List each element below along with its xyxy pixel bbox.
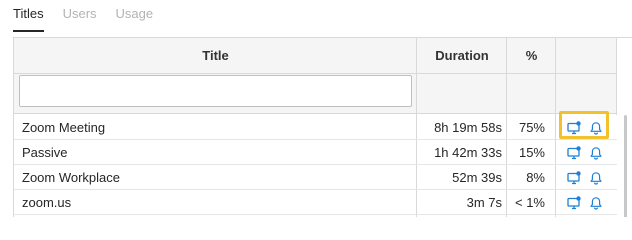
- column-header-actions: [556, 38, 617, 74]
- column-header-title[interactable]: Title: [14, 38, 417, 74]
- monitor-settings-icon[interactable]: [567, 195, 581, 210]
- row-actions: [558, 140, 612, 165]
- column-header-percent-label: %: [525, 48, 538, 63]
- row-percent: < 1%: [515, 195, 545, 210]
- column-header-title-label: Title: [202, 48, 229, 63]
- row-duration: 52m 39s: [452, 170, 502, 185]
- row-duration: 1h 42m 33s: [434, 145, 502, 160]
- row-duration: 8h 19m 58s: [434, 120, 502, 135]
- row-title: Passive: [22, 145, 68, 160]
- row-actions: [558, 115, 612, 140]
- title-filter-input[interactable]: [19, 75, 412, 107]
- tab-titles[interactable]: Titles: [13, 4, 44, 32]
- vertical-scrollbar[interactable]: [617, 115, 632, 217]
- column-divider: [616, 38, 617, 115]
- tab-users[interactable]: Users: [63, 4, 97, 32]
- row-title: Zoom Meeting: [22, 120, 106, 135]
- tab-bar: Titles Users Usage: [13, 4, 172, 32]
- scrollbar-thumb[interactable]: [624, 115, 627, 217]
- row-percent: 75%: [518, 120, 545, 135]
- column-header-percent[interactable]: %: [507, 38, 556, 74]
- bell-icon[interactable]: [589, 196, 603, 210]
- row-title: Zoom Workplace: [22, 170, 121, 185]
- table-row[interactable]: Passive 1h 42m 33s 15%: [14, 140, 617, 165]
- table-row[interactable]: Zoom Workplace 52m 39s 8%: [14, 165, 617, 190]
- bell-icon[interactable]: [589, 146, 603, 160]
- row-percent: 8%: [526, 170, 545, 185]
- monitor-settings-icon[interactable]: [567, 170, 581, 185]
- table-row[interactable]: zoom.us 3m 7s < 1%: [14, 190, 617, 215]
- column-header-duration[interactable]: Duration: [417, 38, 507, 74]
- table-row[interactable]: Zoom Meeting 8h 19m 58s 75%: [14, 115, 617, 140]
- row-duration: 3m 7s: [466, 195, 502, 210]
- titles-table: Title Duration % Zoom Meeting 8h 19m 58s…: [13, 37, 632, 217]
- column-header-duration-label: Duration: [435, 48, 489, 63]
- row-percent: 15%: [518, 145, 545, 160]
- row-actions: [558, 190, 612, 215]
- bell-icon[interactable]: [589, 121, 603, 135]
- bell-icon[interactable]: [589, 171, 603, 185]
- monitor-settings-icon[interactable]: [567, 120, 581, 135]
- monitor-settings-icon[interactable]: [567, 145, 581, 160]
- row-actions: [558, 165, 612, 190]
- row-title: zoom.us: [22, 195, 72, 210]
- tab-usage[interactable]: Usage: [116, 4, 154, 32]
